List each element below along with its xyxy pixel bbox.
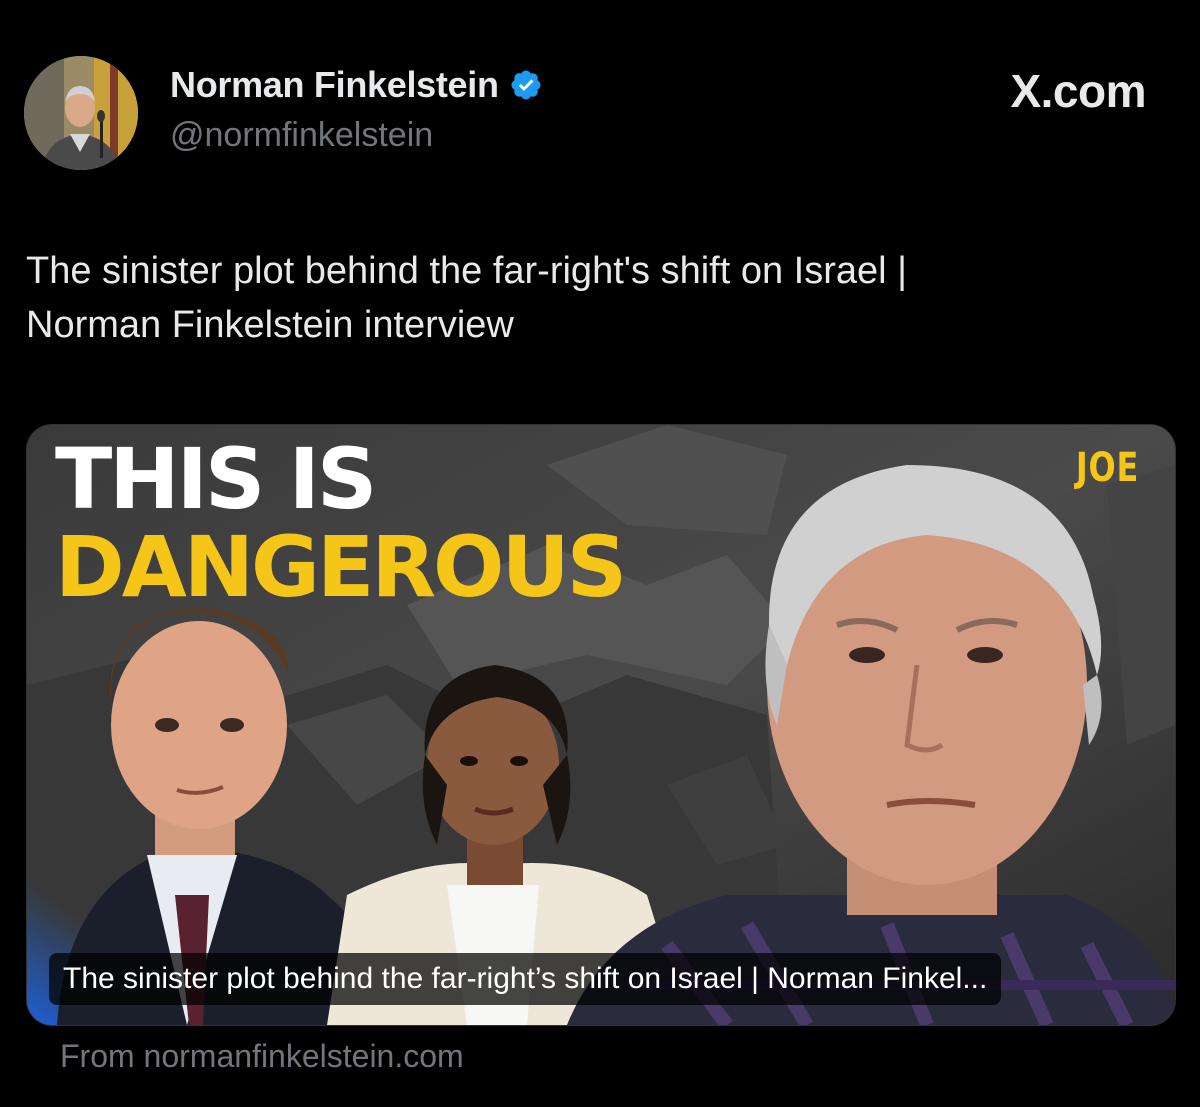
tweet-text-line-1: The sinister plot behind the far-right's… (26, 250, 907, 292)
channel-logo: JOE (1075, 445, 1139, 491)
verified-badge-icon (509, 68, 543, 102)
avatar[interactable] (24, 56, 138, 170)
thumbnail-headline-line-1: THIS IS (55, 430, 377, 528)
display-name[interactable]: Norman Finkelstein (170, 64, 499, 106)
video-caption: The sinister plot behind the far-right’s… (49, 953, 1002, 1005)
name-row: Norman Finkelstein (170, 64, 543, 106)
video-thumbnail-card[interactable]: THIS IS DANGEROUS JOE The sinister plot … (26, 424, 1176, 1026)
user-handle[interactable]: @normfinkelstein (170, 116, 433, 155)
profile-photo-icon (24, 56, 138, 170)
thumbnail-headline: THIS IS DANGEROUS (55, 430, 627, 616)
link-source[interactable]: From normanfinkelstein.com (60, 1038, 464, 1075)
tweet-text-line-2: Norman Finkelstein interview (26, 304, 514, 346)
tweet-header: Norman Finkelstein @normfinkelstein X.co… (24, 56, 1176, 172)
tweet-text: The sinister plot behind the far-right's… (26, 244, 1176, 352)
thumbnail-headline-line-2: DANGEROUS (55, 518, 627, 616)
x-com-logo: X.com (1010, 65, 1146, 117)
